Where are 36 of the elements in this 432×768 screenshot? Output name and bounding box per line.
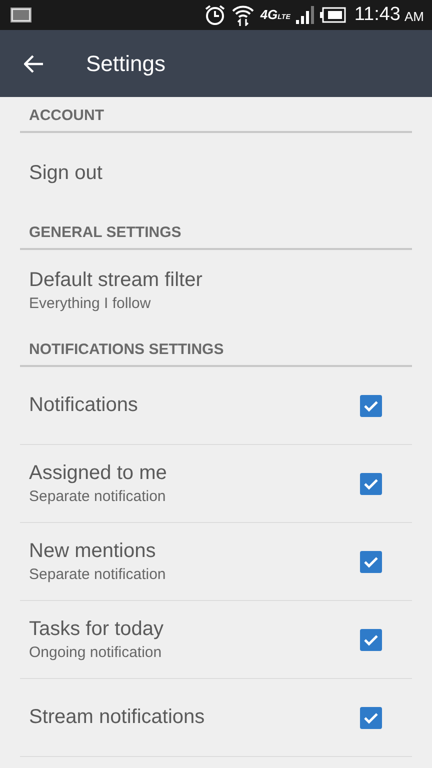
row-title: Assigned to me [29, 462, 167, 485]
screen-title: Settings [86, 50, 166, 76]
checkbox[interactable] [360, 394, 382, 416]
settings-row[interactable]: Assigned to me Separate notification [20, 445, 412, 523]
section-header: GENERAL SETTINGS [20, 214, 412, 250]
row-title: Default stream filter [29, 269, 202, 292]
section-header: ACCOUNT [20, 97, 412, 133]
settings-row[interactable]: Notifications [20, 367, 412, 445]
clock-period: AM [404, 8, 424, 24]
settings-row[interactable]: Default stream filter Everything I follow [20, 250, 412, 331]
clock-time: 11:43 [354, 4, 400, 26]
row-summary: Ongoing notification [29, 644, 163, 661]
back-arrow-icon[interactable] [24, 54, 44, 72]
network-label: 4G [260, 8, 278, 22]
signal-icon [295, 6, 316, 24]
row-title: Notifications [29, 394, 138, 417]
row-summary: Separate notification [29, 566, 166, 583]
alarm-icon [204, 4, 226, 26]
checkbox[interactable] [360, 472, 382, 494]
row-summary: Everything I follow [29, 295, 152, 312]
battery-icon [320, 7, 346, 23]
row-title: Tasks for today [29, 618, 164, 641]
settings-row[interactable]: Stream notifications [20, 679, 412, 757]
settings-row[interactable]: Tasks for today Ongoing notification [20, 601, 412, 679]
row-title: New mentions [29, 540, 157, 563]
checkbox[interactable] [360, 628, 382, 650]
picture-notification-icon [10, 7, 32, 23]
settings-row[interactable]: Sign out [20, 133, 412, 214]
row-title: Stream notifications [29, 706, 205, 729]
settings-row[interactable]: New mentions Separate notification [20, 523, 412, 601]
section-header: NOTIFICATIONS SETTINGS [20, 331, 412, 367]
wifi-icon [231, 4, 256, 26]
row-title: Sign out [29, 162, 102, 185]
row-summary: Separate notification [29, 488, 167, 505]
checkbox[interactable] [360, 550, 382, 572]
checkbox[interactable] [360, 706, 382, 728]
